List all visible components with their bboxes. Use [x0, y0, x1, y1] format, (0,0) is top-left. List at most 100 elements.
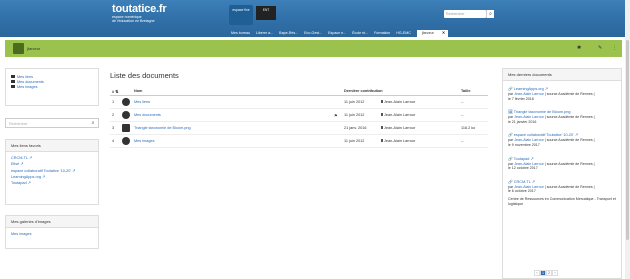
col-size[interactable]: Taille [461, 89, 488, 93]
doc-name[interactable]: Triangle taxonomie de Bloom.png [134, 126, 191, 130]
gallery-icon [122, 136, 130, 145]
settings-icon[interactable]: ✱ [577, 45, 581, 51]
left-search-input[interactable]: Rechercher ⌕ [5, 118, 99, 128]
col-date[interactable]: Dernière contribution [344, 89, 461, 93]
doc-author[interactable]: Jean-Alain Larrour [384, 139, 415, 143]
folder-icon [11, 85, 15, 88]
nav-item[interactable]: Espace e... [325, 30, 349, 37]
edit-icon[interactable]: ✎ [598, 45, 602, 51]
doc-name[interactable]: Mes liens [134, 100, 150, 104]
col-num-sort[interactable]: # ⇅ [110, 89, 122, 94]
nav-item[interactable]: Formation [371, 30, 393, 37]
pagination: ‹ 1 2 › [534, 270, 558, 276]
close-tab-icon[interactable]: ✕ [438, 30, 449, 37]
folder-icon [122, 110, 130, 119]
nav-item[interactable]: Eco-Gest... [301, 30, 325, 37]
doc-author[interactable]: Jean-Alain Larrour [384, 113, 415, 117]
col-name[interactable]: Nom [134, 89, 334, 93]
folder-icon [122, 97, 130, 106]
doc-size: 116.2 ko [461, 126, 476, 130]
recent-by: par [508, 92, 514, 96]
recent-author[interactable]: Jean-Alain Larrour [514, 185, 544, 189]
row-num: 1 [112, 100, 115, 104]
search-icon[interactable]: ⌕ [88, 119, 98, 127]
recent-source: | source Académie de Rennes | [544, 138, 595, 143]
doc-date: 11 juin 2012 [344, 113, 365, 117]
table-row[interactable]: 2 Mes documents ⚑ 11 juin 2012 Jean-Alai… [110, 109, 488, 122]
espace-badge[interactable]: espace fixe [229, 5, 253, 25]
search-icon[interactable]: ⌕ [486, 10, 494, 18]
nav-item[interactable]: Mes bureau [228, 30, 253, 37]
recent-item: 🔗 LearningApps.org ↗ par Jean-Alain Larr… [503, 87, 621, 101]
nav-item[interactable]: École nt... [349, 30, 371, 37]
doc-date: 11 juin 2012 [344, 100, 365, 104]
top-header: toutatice.fr espace numérique de l'éduca… [0, 0, 630, 37]
recent-by: par [508, 115, 514, 120]
nav-item[interactable]: Liberer a... [253, 30, 276, 37]
table-row[interactable]: 4 Mes images 11 juin 2012 Jean-Alain Lar… [110, 135, 488, 148]
favorite-link[interactable]: Toutapad ↗ [11, 180, 93, 186]
row-num: 4 [112, 139, 115, 143]
search-placeholder: Rechercher [9, 122, 28, 126]
recent-author[interactable]: Jean-Alain Larrour [514, 138, 544, 142]
doc-size: -- [461, 113, 464, 117]
recent-source: | source Académie de Rennes | [544, 115, 595, 120]
recent-author[interactable]: Jean-Alain Larrour [514, 92, 544, 96]
doc-author[interactable]: Jean-Alain Larrour [384, 126, 415, 130]
gallery-link[interactable]: Mes images [11, 231, 93, 237]
recent-source: | source Académie de Rennes | [544, 161, 595, 166]
table-row[interactable]: 1 Mes liens 11 juin 2012 Jean-Alain Larr… [110, 96, 488, 109]
menu-item-images[interactable]: Mes images [11, 85, 93, 90]
user-icon [381, 139, 383, 142]
row-num: 2 [112, 113, 115, 117]
ent-badge[interactable]: ENT [256, 6, 276, 20]
brand-name: toutatice.fr [112, 3, 167, 15]
user-icon [381, 113, 383, 116]
recent-date: le 7 février 2018 [508, 96, 534, 101]
header-search-input[interactable]: Rechercher [444, 10, 486, 18]
brand-tagline-2: de l'éducation en Bretagne [112, 19, 155, 23]
left-menu-panel: Mes liens Mes documents Mes images [5, 68, 99, 106]
recent-title: Mes derniers documents [503, 69, 621, 81]
brand[interactable]: toutatice.fr espace numérique de l'éduca… [112, 3, 167, 23]
pager-next[interactable]: › [552, 270, 558, 276]
nav-item[interactable]: HG-EMC [393, 30, 414, 37]
recent-date: le 6 octobre 2017 [508, 189, 536, 194]
folder-icon [11, 75, 15, 78]
tab-active[interactable]: jfarceur [416, 30, 439, 37]
gallery-title: Mes galeries d'images [6, 216, 98, 228]
recent-item: 🔗 CRCM-TL ↗ par Jean-Alain Larrour | sou… [503, 180, 621, 206]
recent-date: le 12 octobre 2017 [508, 166, 538, 171]
gallery-panel: Mes galeries d'images Mes images [5, 215, 99, 249]
doc-size: -- [461, 100, 464, 104]
scrollbar[interactable] [625, 0, 630, 279]
menu-label: Mes images [17, 85, 38, 89]
doc-name[interactable]: Mes images [134, 139, 154, 143]
more-icon[interactable]: ⋮ [612, 45, 617, 51]
favorites-title: Mes liens favoris [6, 140, 98, 152]
user-icon [381, 126, 383, 129]
scrollbar-thumb[interactable] [626, 40, 629, 240]
recent-item: 🔗 espace collaboratif Toutatice '10-20' … [503, 133, 621, 147]
user-icon [381, 100, 383, 103]
doc-name[interactable]: Mes documents [134, 113, 161, 117]
recent-documents-panel: Mes derniers documents 🔗 LearningApps.or… [502, 68, 622, 279]
recent-date: le 9 novembre 2017 [508, 142, 540, 147]
doc-author[interactable]: Jean-Alain Larrour [384, 100, 415, 104]
recent-by: par [508, 161, 514, 166]
recent-item: 🔗 Toutapad ↗ par Jean-Alain Larrour | so… [503, 157, 621, 171]
folder-icon [11, 80, 15, 83]
recent-date: le 21 janvier 2016 [508, 119, 537, 124]
avatar [13, 43, 24, 54]
nav-item[interactable]: Bape-Rés... [276, 30, 301, 37]
recent-author[interactable]: Jean-Alain Larrour [514, 162, 544, 166]
documents-table: # ⇅ Nom Dernière contribution Taille 1 M… [110, 87, 488, 148]
doc-size: -- [461, 139, 464, 143]
recent-author[interactable]: Jean-Alain Larrour [514, 115, 544, 119]
user-bar: jfarceur ✱ ✎ ⋮ [5, 40, 622, 57]
doc-date: 21 janv. 2016 [344, 126, 367, 130]
menu-label: Mes documents [17, 80, 44, 84]
table-row[interactable]: 3 Triangle taxonomie de Bloom.png 21 jan… [110, 122, 488, 135]
doc-date: 11 juin 2012 [344, 139, 365, 143]
image-icon [122, 123, 130, 132]
